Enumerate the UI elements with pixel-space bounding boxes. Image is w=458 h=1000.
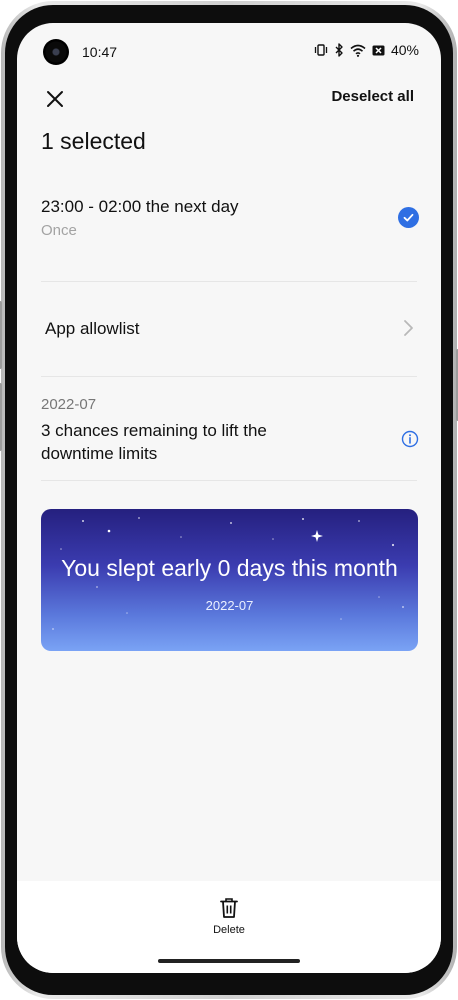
battery-percent: 40% (390, 42, 419, 58)
trash-icon (220, 898, 238, 918)
deselect-all-button[interactable]: Deselect all (331, 88, 414, 105)
delete-label: Delete (213, 924, 245, 936)
divider (41, 480, 417, 481)
divider (41, 376, 417, 377)
divider (41, 281, 417, 282)
sleep-summary-title: You slept early 0 days this month (61, 555, 398, 581)
wifi-icon (350, 44, 366, 57)
close-icon (47, 91, 63, 107)
status-icons: 40% (314, 42, 419, 58)
schedule-repeat: Once (41, 222, 77, 239)
selected-check[interactable] (398, 207, 419, 228)
close-button[interactable] (41, 85, 69, 113)
status-time: 10:47 (82, 44, 118, 60)
checkmark-icon (403, 213, 414, 222)
side-button (0, 301, 2, 369)
phone-frame: 10:47 40% Deselect all 1 selected 23:00 … (0, 1, 458, 999)
delete-button[interactable]: Delete (201, 897, 257, 941)
app-allowlist-label: App allowlist (45, 319, 140, 338)
home-indicator[interactable] (158, 959, 300, 963)
front-camera (43, 39, 69, 65)
status-bar: 10:47 40% (17, 23, 441, 79)
chances-remaining-text: 3 chances remaining to lift the downtime… (41, 421, 267, 463)
schedule-time-range: 23:00 - 02:00 the next day (41, 197, 239, 216)
info-icon[interactable] (401, 430, 419, 448)
limits-month: 2022-07 (41, 396, 97, 413)
sleep-summary-month: 2022-07 (205, 598, 254, 613)
bottom-action-bar: Delete (17, 881, 441, 973)
screen: 10:47 40% Deselect all 1 selected 23:00 … (17, 23, 441, 973)
sleep-summary-card: You slept early 0 days this month 2022-0… (41, 509, 418, 651)
side-button (0, 383, 2, 451)
battery-saver-icon (372, 45, 385, 55)
bluetooth-icon (335, 43, 343, 57)
page-title: 1 selected (41, 128, 146, 154)
vibrate-icon (314, 44, 328, 56)
chevron-right-icon (404, 320, 413, 336)
